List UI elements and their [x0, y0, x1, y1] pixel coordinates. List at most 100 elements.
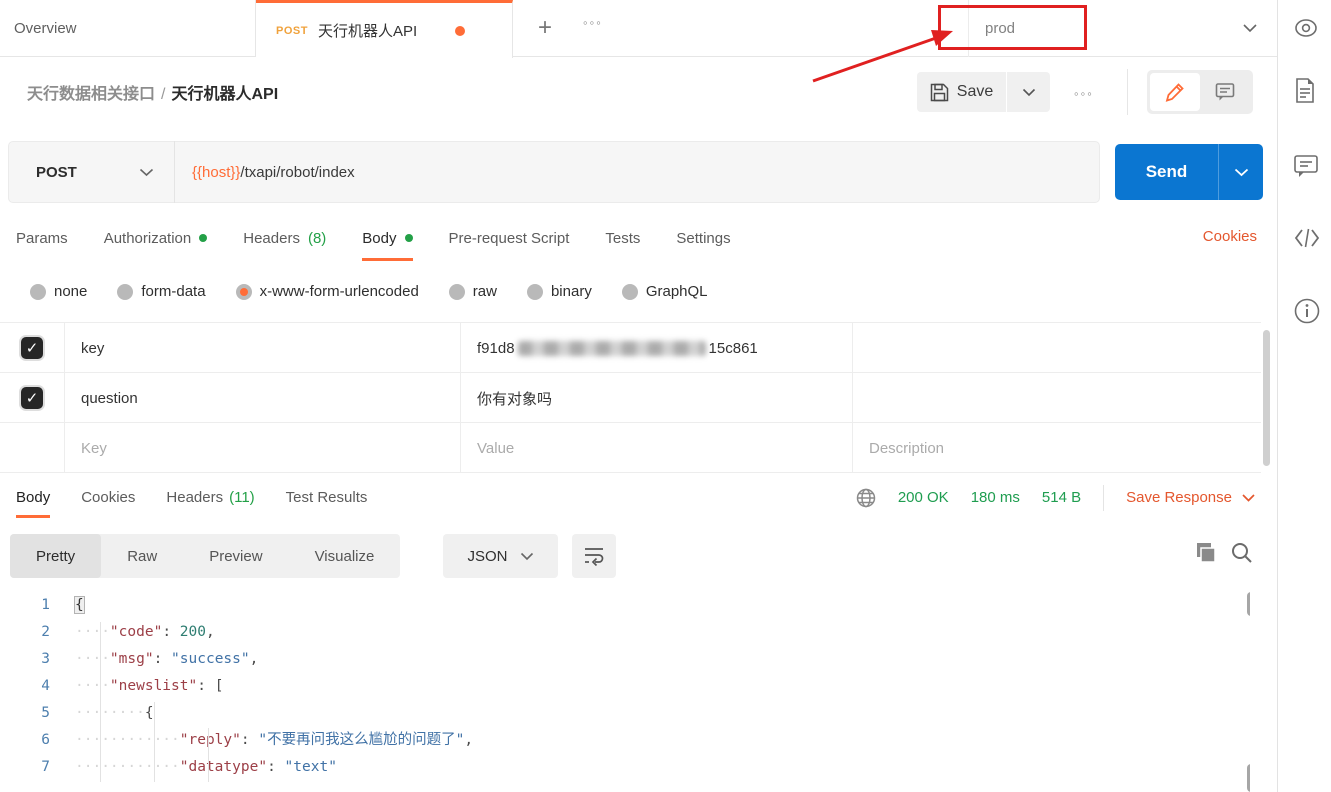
response-stats: 200 OK 180 ms 514 B Save Response	[856, 477, 1255, 518]
response-view-switcher: Pretty Raw Preview Visualize	[10, 534, 400, 578]
right-sidebar	[1277, 0, 1331, 792]
value-cell[interactable]: f91d815c861	[460, 323, 852, 373]
method-dropdown[interactable]: POST	[9, 164, 139, 181]
key-cell[interactable]: key	[64, 323, 460, 373]
tab-request-active[interactable]: POST 天行机器人API	[256, 0, 513, 58]
value-input-placeholder[interactable]: Value	[460, 423, 852, 473]
radio-raw[interactable]: raw	[449, 283, 497, 300]
breadcrumb-collection[interactable]: 天行数据相关接口	[27, 86, 155, 103]
table-row-empty: Key Value Description	[0, 423, 1261, 473]
network-globe-icon[interactable]	[856, 488, 876, 508]
comment-mode-button[interactable]	[1200, 73, 1250, 111]
send-button[interactable]: Send	[1115, 144, 1218, 200]
save-response-button[interactable]: Save Response	[1126, 489, 1255, 506]
save-button[interactable]: Save	[917, 72, 1006, 112]
response-tab-test-results[interactable]: Test Results	[286, 477, 368, 518]
pencil-icon	[1165, 82, 1185, 102]
chevron-down-icon	[1234, 168, 1249, 177]
environment-quick-look-eye-icon[interactable]	[1294, 16, 1318, 40]
chevron-down-icon[interactable]	[139, 168, 154, 177]
description-cell[interactable]	[852, 373, 1261, 423]
table-scrollbar-thumb[interactable]	[1263, 330, 1270, 466]
edit-mode-button[interactable]	[1150, 73, 1200, 111]
code-line-content: {	[64, 592, 84, 619]
row-checkbox-checked[interactable]: ✓	[21, 387, 43, 409]
row-checkbox-checked[interactable]: ✓	[21, 337, 43, 359]
radio-icon	[622, 284, 638, 300]
response-body-editor[interactable]: 1{2····"code": 200,3····"msg": "success"…	[0, 592, 1250, 792]
code-token-key: "newslist"	[110, 678, 197, 694]
tab-overview[interactable]: Overview	[0, 0, 256, 57]
code-line-content: ············"reply": "不要再问我这么尴尬的问题了",	[64, 727, 473, 754]
radio-none[interactable]: none	[30, 283, 87, 300]
key-cell[interactable]: question	[64, 373, 460, 423]
info-icon[interactable]	[1294, 298, 1320, 324]
send-options-chevron[interactable]	[1218, 144, 1263, 200]
tab-pre-request-script[interactable]: Pre-request Script	[449, 215, 570, 261]
response-meta-row: Body Cookies Headers(11) Test Results 20…	[0, 477, 1277, 518]
code-token-punc: :	[241, 732, 258, 748]
response-size[interactable]: 514 B	[1042, 489, 1081, 506]
code-token-key: "datatype"	[180, 759, 267, 775]
key-input-placeholder[interactable]: Key	[64, 423, 460, 473]
tab-body[interactable]: Body	[362, 215, 412, 261]
view-visualize[interactable]: Visualize	[289, 534, 401, 578]
table-row: ✓ question 你有对象吗	[0, 373, 1261, 423]
tab-options-icon[interactable]: ◦◦◦	[583, 15, 603, 30]
tab-params[interactable]: Params	[16, 215, 68, 261]
code-token-key: "reply"	[180, 732, 241, 748]
line-number: 6	[0, 727, 64, 754]
description-cell[interactable]	[852, 323, 1261, 373]
value-cell[interactable]: 你有对象吗	[460, 373, 852, 423]
radio-form-data[interactable]: form-data	[117, 283, 205, 300]
response-tab-body[interactable]: Body	[16, 477, 50, 518]
tab-tests[interactable]: Tests	[605, 215, 640, 261]
response-tab-cookies[interactable]: Cookies	[81, 477, 135, 518]
tab-headers[interactable]: Headers(8)	[243, 215, 326, 261]
code-token-punc: {	[145, 705, 154, 721]
copy-icon	[1194, 541, 1218, 565]
wrap-lines-button[interactable]	[572, 534, 616, 578]
new-tab-button[interactable]: +	[531, 14, 559, 42]
description-input-placeholder[interactable]: Description	[852, 423, 1261, 473]
code-line: 3····"msg": "success",	[0, 646, 1250, 673]
view-pretty[interactable]: Pretty	[10, 534, 101, 578]
copy-response-button[interactable]	[1194, 541, 1218, 565]
comments-icon[interactable]	[1294, 154, 1318, 178]
url-input[interactable]: {{host}}/txapi/robot/index	[175, 164, 355, 181]
format-label: JSON	[467, 548, 507, 565]
code-snippet-icon[interactable]	[1294, 228, 1320, 248]
code-scrollbar-thumb[interactable]	[1247, 592, 1250, 616]
radio-x-www-form-urlencoded[interactable]: x-www-form-urlencoded	[236, 283, 419, 300]
save-options-chevron[interactable]	[1007, 72, 1050, 112]
format-dropdown[interactable]: JSON	[443, 534, 558, 578]
request-more-actions-icon[interactable]: ◦◦◦	[1074, 86, 1094, 101]
code-token-punc: :	[162, 624, 179, 640]
cookies-link[interactable]: Cookies	[1203, 228, 1257, 245]
radio-icon	[449, 284, 465, 300]
code-scrollbar-thumb[interactable]	[1247, 764, 1250, 792]
breadcrumb-request-name[interactable]: 天行机器人API	[171, 86, 278, 103]
view-preview[interactable]: Preview	[183, 534, 288, 578]
line-number: 1	[0, 592, 64, 619]
documentation-icon[interactable]	[1294, 78, 1316, 104]
search-response-button[interactable]	[1230, 541, 1254, 565]
unsaved-changes-dot-icon	[455, 26, 465, 36]
response-tabs: Body Cookies Headers(11) Test Results	[16, 477, 367, 518]
row-checkbox-cell: ✓	[0, 323, 64, 373]
tab-settings[interactable]: Settings	[676, 215, 730, 261]
green-dot-icon	[199, 234, 207, 242]
divider	[1127, 69, 1128, 115]
view-raw[interactable]: Raw	[101, 534, 183, 578]
chevron-down-icon	[1022, 88, 1036, 97]
radio-binary[interactable]: binary	[527, 283, 592, 300]
code-line: 5········{	[0, 700, 1250, 727]
radio-graphql[interactable]: GraphQL	[622, 283, 708, 300]
response-toolbar: Pretty Raw Preview Visualize JSON	[0, 530, 1277, 582]
status-code[interactable]: 200 OK	[898, 489, 949, 506]
chevron-down-icon[interactable]	[1242, 23, 1258, 33]
response-time[interactable]: 180 ms	[971, 489, 1020, 506]
tab-authorization[interactable]: Authorization	[104, 215, 208, 261]
code-token-punc: ,	[206, 624, 215, 640]
response-tab-headers[interactable]: Headers(11)	[166, 477, 254, 518]
